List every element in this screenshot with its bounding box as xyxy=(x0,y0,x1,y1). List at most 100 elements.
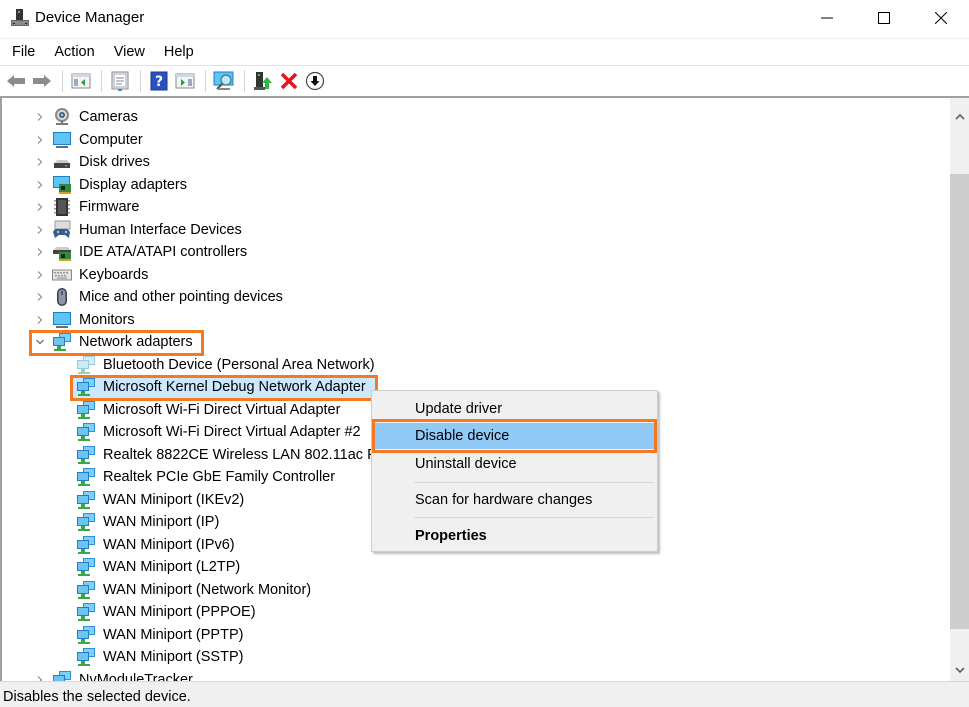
chevron-right-icon[interactable] xyxy=(35,202,45,212)
status-text: Disables the selected device. xyxy=(3,689,191,705)
firmware-chip-icon xyxy=(52,197,72,217)
highlight-outline-selected-adapter xyxy=(70,375,378,401)
chevron-right-icon[interactable] xyxy=(35,247,45,257)
chevron-right-icon[interactable] xyxy=(35,157,45,167)
chevron-right-icon[interactable] xyxy=(35,292,45,302)
uninstall-x-icon xyxy=(280,72,298,90)
tree-item-mice-and-other-pointing-devices[interactable]: Mice and other pointing devices xyxy=(2,286,950,309)
tree-item-disk-drives[interactable]: Disk drives xyxy=(2,151,950,174)
toolbar-separator xyxy=(244,70,245,92)
tree-item-label: WAN Miniport (SSTP) xyxy=(103,649,244,666)
disk-drive-icon xyxy=(52,152,72,172)
scrollbar-thumb[interactable] xyxy=(950,174,969,629)
close-button[interactable] xyxy=(912,0,969,36)
context-menu-uninstall-device[interactable]: Uninstall device xyxy=(374,451,655,477)
chevron-right-icon[interactable] xyxy=(35,315,45,325)
tree-item-human-interface-devices[interactable]: Human Interface Devices xyxy=(2,219,950,242)
tree-item-label: Mice and other pointing devices xyxy=(79,289,283,306)
tree-item-display-adapters[interactable]: Display adapters xyxy=(2,174,950,197)
disable-device-button[interactable] xyxy=(303,69,327,93)
tree-item-monitors[interactable]: Monitors xyxy=(2,309,950,332)
tree-item-label: Realtek PCIe GbE Family Controller xyxy=(103,469,336,486)
tree-item-bluetooth-device[interactable]: Bluetooth Device (Personal Area Network) xyxy=(2,354,950,377)
action-pane-icon xyxy=(175,73,195,89)
chevron-right-icon[interactable] xyxy=(35,112,45,122)
tree-item-keyboards[interactable]: Keyboards xyxy=(2,264,950,287)
network-adapter-icon xyxy=(76,580,96,600)
tree-item-label: WAN Miniport (PPPOE) xyxy=(103,604,256,621)
network-adapter-icon xyxy=(76,535,96,555)
network-adapter-icon xyxy=(76,647,96,667)
chevron-right-icon[interactable] xyxy=(35,180,45,190)
window-title: Device Manager xyxy=(35,9,145,26)
toolbar-separator xyxy=(101,70,102,92)
tree-item-label: Microsoft Wi-Fi Direct Virtual Adapter xyxy=(103,401,341,418)
maximize-button[interactable] xyxy=(855,0,913,36)
network-adapter-icon xyxy=(76,602,96,622)
properties-button[interactable] xyxy=(108,69,132,93)
context-menu-properties[interactable]: Properties xyxy=(374,523,655,549)
menu-file[interactable]: File xyxy=(4,41,43,63)
tree-item-nvmoduletracker[interactable]: NvModuleTracker xyxy=(2,669,950,681)
network-adapter-disabled-icon xyxy=(76,355,96,375)
network-adapter-icon xyxy=(76,445,96,465)
minimize-icon xyxy=(821,17,833,19)
keyboard-icon xyxy=(52,265,72,285)
scan-for-hardware-changes-button[interactable] xyxy=(212,69,236,93)
back-arrow-icon xyxy=(7,75,25,87)
tree-item-wan-miniport-pppoe[interactable]: WAN Miniport (PPPOE) xyxy=(2,601,950,624)
uninstall-device-button[interactable] xyxy=(277,69,301,93)
chevron-right-icon[interactable] xyxy=(35,270,45,280)
menu-bar: File Action View Help xyxy=(0,38,969,64)
back-button[interactable] xyxy=(4,69,28,93)
device-manager-app-icon xyxy=(11,9,29,26)
context-menu-scan-for-hardware-changes[interactable]: Scan for hardware changes xyxy=(374,487,655,513)
menu-help[interactable]: Help xyxy=(156,41,202,63)
close-icon xyxy=(935,12,947,24)
tree-item-wan-miniport-network-monitor[interactable]: WAN Miniport (Network Monitor) xyxy=(2,579,950,602)
tree-item-cameras[interactable]: Cameras xyxy=(2,106,950,129)
maximize-icon xyxy=(878,12,890,24)
tree-item-computer[interactable]: Computer xyxy=(2,129,950,152)
tree-item-label: Bluetooth Device (Personal Area Network) xyxy=(103,356,375,373)
tree-item-wan-miniport-pptp[interactable]: WAN Miniport (PPTP) xyxy=(2,624,950,647)
network-adapter-icon xyxy=(76,400,96,420)
chevron-right-icon[interactable] xyxy=(35,135,45,145)
title-bar: Device Manager xyxy=(0,0,969,37)
status-bar: Disables the selected device. xyxy=(0,681,969,707)
show-hide-console-tree-button[interactable] xyxy=(69,69,93,93)
tree-item-label: Monitors xyxy=(79,311,135,328)
console-tree-icon xyxy=(71,73,91,89)
help-button[interactable]: ? xyxy=(147,69,171,93)
scroll-down-button[interactable] xyxy=(950,659,969,681)
svg-text:?: ? xyxy=(155,74,163,90)
tree-item-network-adapters[interactable]: Network adapters xyxy=(2,330,950,356)
toolbar-separator xyxy=(140,70,141,92)
help-question-icon: ? xyxy=(150,71,168,91)
vertical-scrollbar[interactable] xyxy=(950,98,969,681)
device-manager-window: Device Manager File Action View Help ? C… xyxy=(0,0,969,707)
mouse-icon xyxy=(52,287,72,307)
tree-item-firmware[interactable]: Firmware xyxy=(2,196,950,219)
scan-monitor-icon xyxy=(213,71,234,90)
update-driver-button[interactable] xyxy=(251,69,275,93)
tree-item-label: Display adapters xyxy=(79,176,187,193)
forward-button[interactable] xyxy=(30,69,54,93)
menu-view[interactable]: View xyxy=(106,41,153,63)
ide-controller-icon xyxy=(52,242,72,262)
monitor-icon xyxy=(52,310,72,330)
tree-item-wan-miniport-sstp[interactable]: WAN Miniport (SSTP) xyxy=(2,646,950,669)
tree-item-label: Keyboards xyxy=(79,266,149,283)
tree-item-wan-miniport-l2tp[interactable]: WAN Miniport (L2TP) xyxy=(2,556,950,579)
menu-action[interactable]: Action xyxy=(46,41,102,63)
tree-item-label: Microsoft Wi-Fi Direct Virtual Adapter #… xyxy=(103,424,361,441)
minimize-button[interactable] xyxy=(798,0,856,36)
hid-icon xyxy=(52,220,72,240)
tree-item-ide-ata-atapi-controllers[interactable]: IDE ATA/ATAPI controllers xyxy=(2,241,950,264)
tree-item-label: NvModuleTracker xyxy=(79,671,193,681)
show-hide-action-pane-button[interactable] xyxy=(173,69,197,93)
scroll-up-button[interactable] xyxy=(950,98,969,136)
tree-item-label: WAN Miniport (Network Monitor) xyxy=(103,581,312,598)
toolbar: ? xyxy=(0,65,969,96)
chevron-right-icon[interactable] xyxy=(35,225,45,235)
